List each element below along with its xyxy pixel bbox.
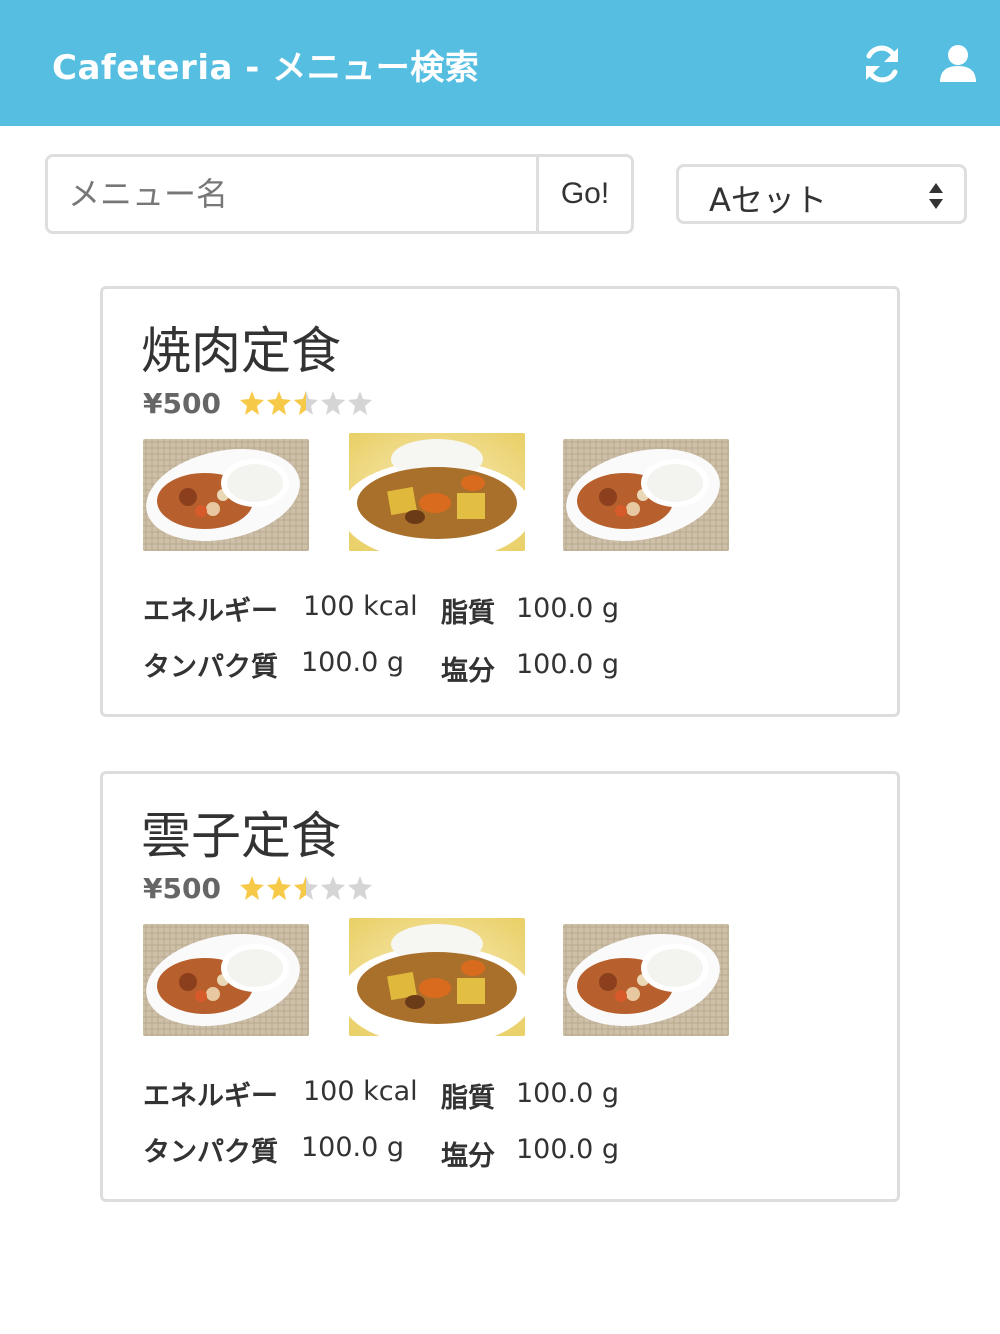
menu-item-price: ¥500 — [143, 387, 221, 420]
fat-label: 脂質 — [441, 1083, 495, 1114]
menu-item-price: ¥500 — [143, 872, 221, 905]
app-header: Cafeteria - メニュー検索 — [0, 0, 1000, 126]
curry-rice-photo[interactable] — [563, 924, 729, 1036]
rating-stars — [240, 876, 372, 900]
menu-card[interactable]: 雲子定食 ¥500 エネルギー 100 kcal 脂質 100.0 g タンパク… — [100, 771, 900, 1202]
star-icon — [240, 391, 372, 415]
menu-item-name: 雲子定食 — [141, 807, 341, 865]
page-title: Cafeteria - メニュー検索 — [52, 48, 480, 88]
fat-value: 100.0 g — [516, 1078, 620, 1109]
curry-bowl-photo[interactable] — [349, 918, 525, 1036]
menu-item-name: 焼肉定食 — [141, 322, 341, 380]
protein-value: 100.0 g — [301, 647, 405, 678]
rating-stars — [240, 391, 372, 415]
salt-label: 塩分 — [441, 1141, 495, 1172]
salt-label: 塩分 — [441, 656, 495, 687]
protein-label: タンパク質 — [143, 652, 278, 683]
protein-label: タンパク質 — [143, 1137, 278, 1168]
go-button[interactable]: Go! — [536, 157, 631, 231]
curry-bowl-photo[interactable] — [349, 433, 525, 551]
refresh-icon[interactable] — [862, 42, 902, 86]
select-arrows-icon — [929, 183, 943, 209]
energy-value: 100 kcal — [303, 591, 418, 622]
fat-value: 100.0 g — [516, 593, 620, 624]
protein-value: 100.0 g — [301, 1132, 405, 1163]
fat-label: 脂質 — [441, 598, 495, 629]
curry-rice-photo[interactable] — [563, 439, 729, 551]
user-icon[interactable] — [938, 42, 978, 86]
energy-label: エネルギー — [143, 596, 278, 627]
salt-value: 100.0 g — [516, 1134, 620, 1165]
curry-rice-photo[interactable] — [143, 439, 309, 551]
set-select[interactable]: Aセット — [676, 164, 967, 224]
menu-search-input[interactable] — [48, 157, 536, 231]
star-icon — [240, 876, 372, 900]
energy-label: エネルギー — [143, 1081, 278, 1112]
energy-value: 100 kcal — [303, 1076, 418, 1107]
search-bar: Go! — [45, 154, 634, 234]
set-select-value: Aセット — [709, 181, 827, 219]
salt-value: 100.0 g — [516, 649, 620, 680]
curry-rice-photo[interactable] — [143, 924, 309, 1036]
menu-card[interactable]: 焼肉定食 ¥500 エネルギー 100 kcal 脂質 100.0 g タンパク… — [100, 286, 900, 717]
